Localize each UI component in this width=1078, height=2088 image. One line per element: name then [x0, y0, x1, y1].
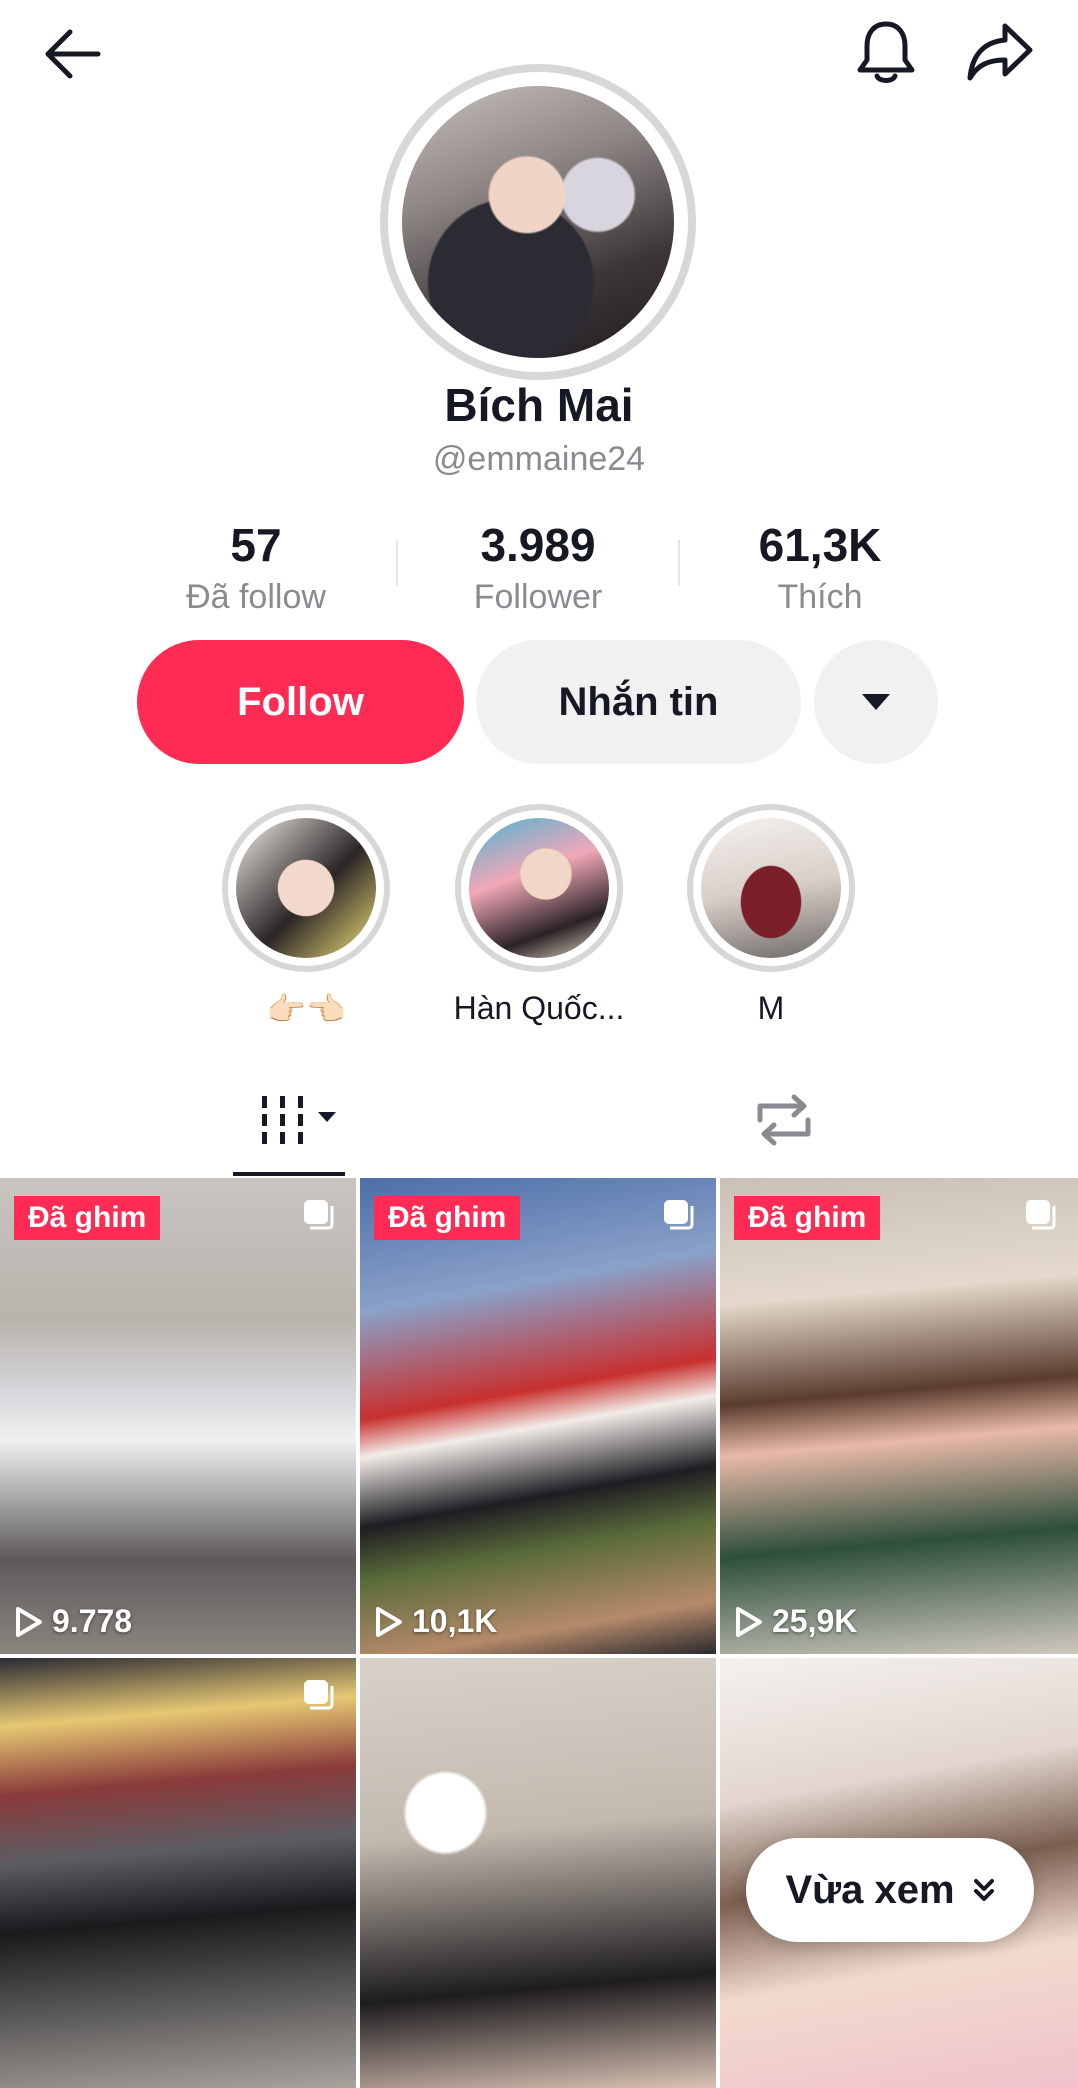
multi-photo-icon — [304, 1680, 334, 1710]
stat-following-label: Đã follow — [186, 578, 326, 616]
view-count: 9.778 — [14, 1603, 132, 1640]
stat-followers-value: 3.989 — [480, 519, 596, 571]
notification-button[interactable] — [848, 16, 924, 88]
stat-divider — [678, 540, 680, 586]
play-icon — [16, 1606, 42, 1637]
stat-followers-label: Follower — [473, 578, 603, 616]
view-count-text: 10,1K — [412, 1603, 498, 1639]
multi-photo-icon — [664, 1200, 694, 1230]
highlight-thumbnail — [469, 818, 609, 958]
stat-following[interactable]: 57 Đã follow — [136, 522, 376, 617]
highlight-item[interactable] — [687, 804, 855, 972]
highlight-label: 👉🏻👈🏻 — [266, 991, 346, 1027]
stat-likes-value: 61,3K — [758, 519, 882, 571]
bell-icon — [857, 21, 915, 83]
highlight-thumbnail — [236, 818, 376, 958]
share-icon — [967, 23, 1033, 81]
stat-followers[interactable]: 3.989 Follower — [418, 522, 658, 617]
more-options-button[interactable] — [814, 640, 938, 764]
highlight-item[interactable] — [222, 804, 390, 972]
share-button[interactable] — [960, 16, 1040, 88]
view-count: 25,9K — [734, 1603, 857, 1640]
highlight-thumbnail — [701, 818, 841, 958]
video-tile[interactable] — [360, 1658, 716, 2088]
view-count-text: 9.778 — [52, 1603, 133, 1639]
double-chevron-down-icon — [973, 1879, 994, 1901]
view-count: 10,1K — [374, 1603, 497, 1640]
video-tile[interactable]: Đã ghim 25,9K — [720, 1178, 1078, 1654]
arrow-left-icon — [45, 29, 101, 79]
pinned-badge: Đã ghim — [374, 1196, 521, 1240]
message-button[interactable]: Nhắn tin — [476, 640, 801, 764]
play-icon — [376, 1606, 402, 1637]
recently-viewed-label: Vừa xem — [785, 1867, 955, 1912]
video-tile[interactable]: Đã ghim 10,1K — [360, 1178, 716, 1654]
stat-following-value: 57 — [230, 519, 282, 571]
pinned-badge: Đã ghim — [14, 1196, 161, 1240]
stat-likes[interactable]: 61,3K Thích — [700, 522, 940, 617]
multi-photo-icon — [304, 1200, 334, 1230]
avatar[interactable] — [402, 86, 674, 358]
tab-reposts[interactable] — [752, 1090, 816, 1150]
videos-grid-icon — [262, 1096, 336, 1144]
highlight-item[interactable] — [455, 804, 623, 972]
view-count-text: 25,9K — [772, 1603, 858, 1639]
tab-videos[interactable] — [258, 1092, 342, 1148]
highlight-label: Hàn Quốc... — [453, 990, 625, 1026]
play-icon — [736, 1606, 762, 1637]
repost-icon — [757, 1094, 811, 1146]
stat-likes-label: Thích — [777, 578, 863, 616]
follow-button[interactable]: Follow — [137, 640, 464, 764]
highlight-label: M — [757, 990, 785, 1026]
pinned-badge: Đã ghim — [734, 1196, 881, 1240]
active-tab-indicator — [233, 1172, 345, 1176]
back-button[interactable] — [36, 22, 108, 86]
video-tile[interactable]: Đã ghim 9.778 — [0, 1178, 356, 1654]
profile-name: Bích Mai — [444, 379, 634, 431]
stat-divider — [396, 540, 398, 586]
profile-handle: @emmaine24 — [432, 440, 646, 478]
recently-viewed-button[interactable]: Vừa xem — [746, 1838, 1034, 1942]
caret-down-icon — [862, 694, 890, 710]
multi-photo-icon — [1026, 1200, 1056, 1230]
video-tile[interactable] — [0, 1658, 356, 2088]
